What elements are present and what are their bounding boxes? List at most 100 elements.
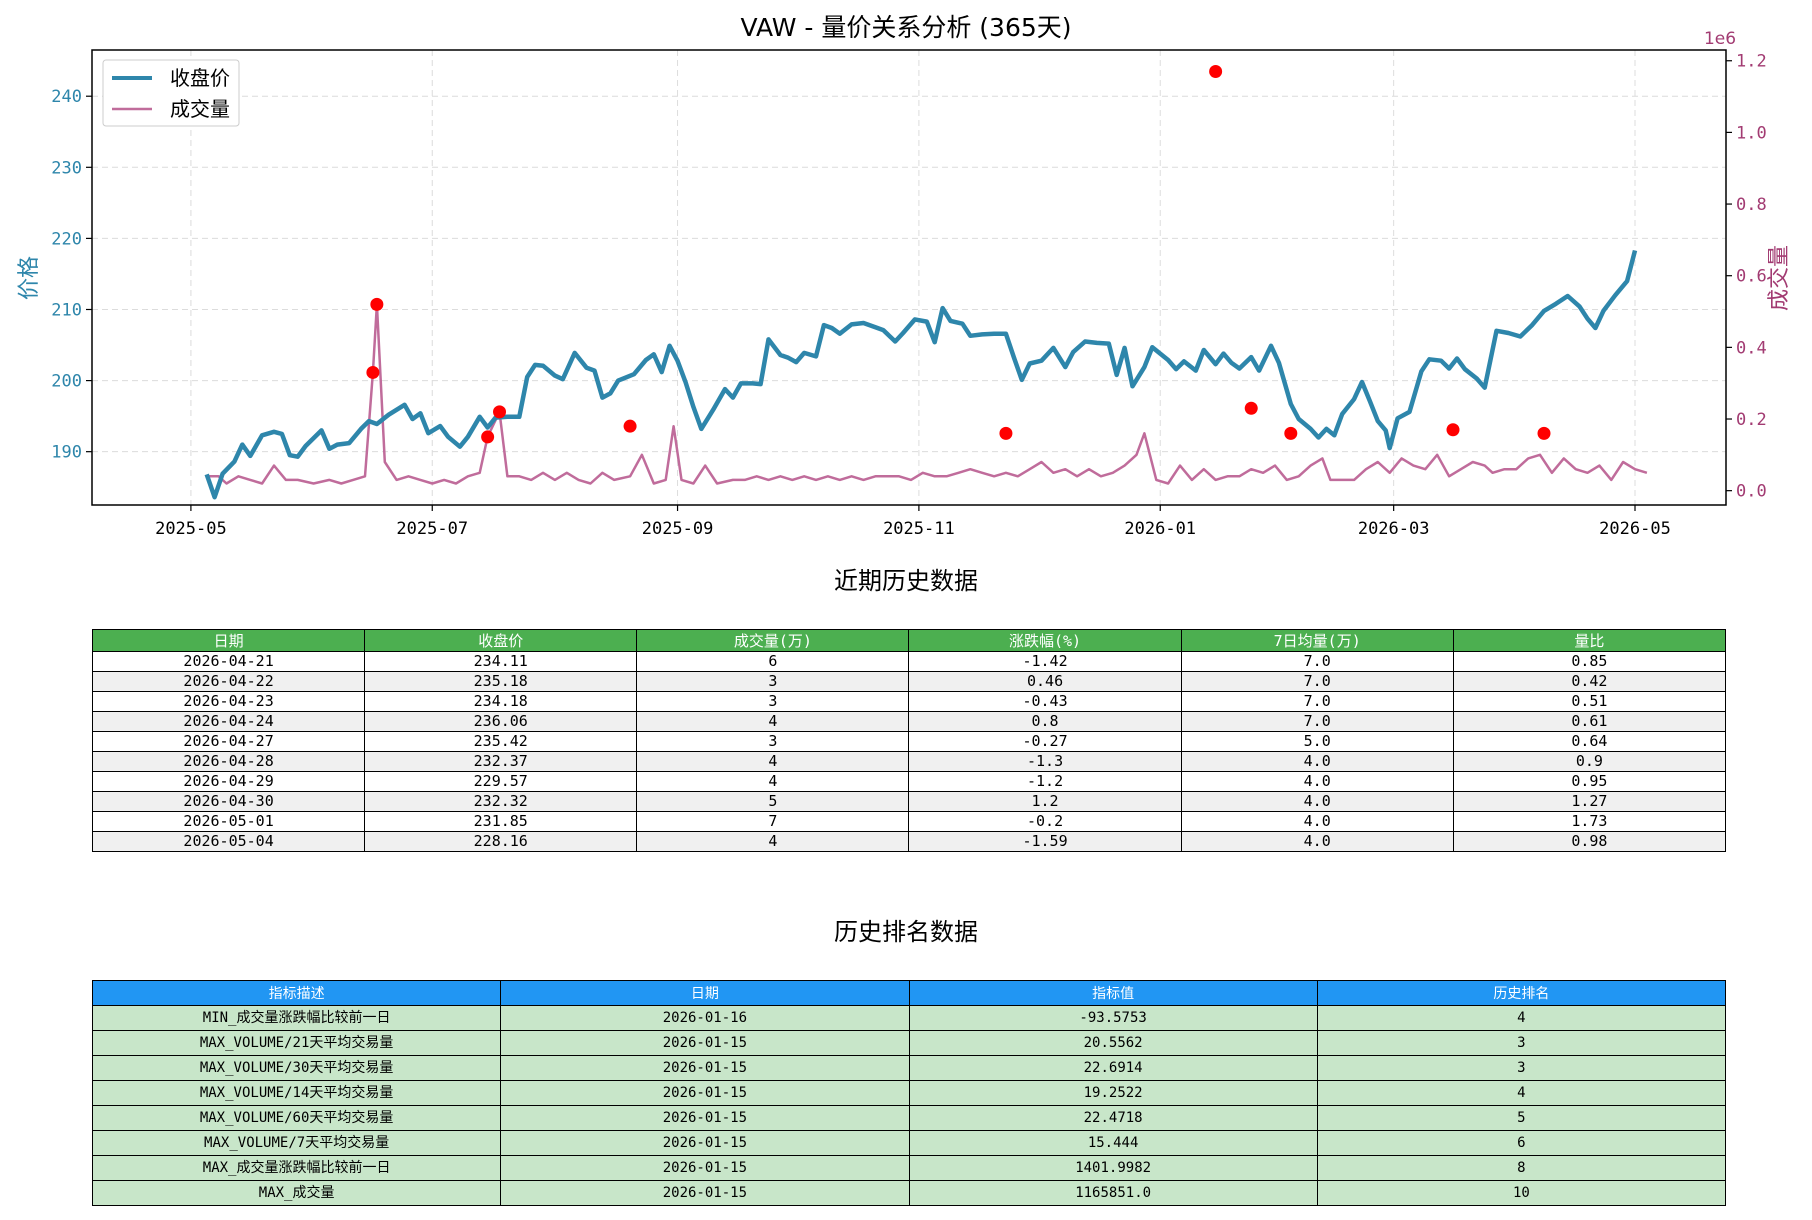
table-cell: 2026-01-15 (500, 1105, 910, 1131)
y2-tick-label: 0.0 (1736, 482, 1767, 502)
table-cell: 4 (1316, 1005, 1727, 1031)
y-axis-label-volume: 成交量 (1767, 245, 1792, 311)
recent-history-table: 日期 收盘价 成交量(万) 涨跌幅(%) 7日均量(万) 量比 2026-04-21 234… (91, 629, 1727, 852)
table-row: MIN_成交量涨跌幅比较前一日 2026-01-16 -93.5753 4 (91, 1005, 1727, 1031)
volume-spike-marker (493, 405, 507, 419)
table-cell: 2026-05-04 (91, 831, 366, 852)
table-cell: MAX_VOLUME/14天平均交易量 (91, 1080, 502, 1106)
table-cell: 3 (1316, 1055, 1727, 1081)
table-cell: -1.42 (908, 651, 1182, 672)
table-cell: 4 (636, 831, 910, 852)
table-cell: 235.18 (364, 671, 638, 692)
table-cell: 2026-01-16 (500, 1005, 910, 1031)
table-cell: 1.27 (1452, 791, 1727, 812)
table-cell: 22.6914 (908, 1055, 1318, 1081)
table-cell: 2026-04-29 (91, 771, 366, 792)
chart-title: VAW - 量价关系分析 (365天) (740, 13, 1071, 42)
legend-label-price: 收盘价 (170, 66, 230, 90)
price-volume-chart: VAW - 量价关系分析 (365天) 2025-05 2025-07 2025-0… (17, 13, 1792, 539)
table-cell: 22.4718 (908, 1105, 1318, 1131)
table-cell: -1.59 (908, 831, 1182, 852)
table-row: 2026-05-01 231.85 7 -0.2 4.0 1.73 (91, 811, 1727, 832)
plot-frame (91, 49, 1727, 506)
y-tick-label: 240 (51, 87, 82, 107)
y2-tick-label: 1.0 (1736, 123, 1767, 143)
table-cell: 4 (636, 711, 910, 732)
table-cell: 0.9 (1452, 751, 1727, 772)
table-row: MAX_VOLUME/14天平均交易量 2026-01-15 19.2522 4 (91, 1080, 1727, 1106)
x-tick-label: 2025-09 (642, 519, 714, 539)
table-cell: 4.0 (1180, 831, 1454, 852)
table-cell: -93.5753 (908, 1005, 1318, 1031)
table-header-row: 日期 收盘价 成交量(万) 涨跌幅(%) 7日均量(万) 量比 (91, 629, 1727, 652)
table-row: MAX_VOLUME/21天平均交易量 2026-01-15 20.5562 3 (91, 1030, 1727, 1056)
column-header: 指标值 (908, 980, 1318, 1006)
y-tick-label: 210 (51, 300, 82, 320)
table-cell: 4.0 (1180, 811, 1454, 832)
table-cell: 2026-05-01 (91, 811, 366, 832)
table-cell: 2026-04-24 (91, 711, 366, 732)
table-row: MAX_成交量涨跌幅比较前一日 2026-01-15 1401.9982 8 (91, 1155, 1727, 1181)
table-cell: 0.42 (1452, 671, 1727, 692)
table-cell: 10 (1316, 1180, 1727, 1206)
table-row: 2026-04-28 232.37 4 -1.3 4.0 0.9 (91, 751, 1727, 772)
table-cell: 4.0 (1180, 771, 1454, 792)
x-tick-label: 2026-05 (1599, 519, 1671, 539)
y2-tick-label: 0.6 (1736, 267, 1767, 287)
table-cell: 0.95 (1452, 771, 1727, 792)
table-cell: 6 (1316, 1130, 1727, 1156)
volume-spike-marker (481, 430, 495, 444)
y2-tick-label: 0.2 (1736, 410, 1767, 430)
grid (92, 50, 1726, 505)
y-tick-label: 190 (51, 443, 82, 463)
table-cell: 2026-01-15 (500, 1155, 910, 1181)
table-cell: 7.0 (1180, 651, 1454, 672)
table-cell: -1.2 (908, 771, 1182, 792)
price-line (204, 249, 1638, 500)
table-cell: 4.0 (1180, 791, 1454, 812)
table-cell: MAX_成交量涨跌幅比较前一日 (91, 1155, 502, 1181)
table-cell: -0.2 (908, 811, 1182, 832)
table-cell: 232.32 (364, 791, 638, 812)
volume-spike-marker (1537, 426, 1551, 440)
table-cell: MIN_成交量涨跌幅比较前一日 (91, 1005, 502, 1031)
volume-spike-marker (370, 297, 384, 311)
volume-spike-marker (1284, 426, 1298, 440)
table-cell: 4.0 (1180, 751, 1454, 772)
table-row: 2026-04-24 236.06 4 0.8 7.0 0.61 (91, 711, 1727, 732)
table-row: 2026-04-23 234.18 3 -0.43 7.0 0.51 (91, 691, 1727, 712)
volume-series (206, 303, 1648, 485)
x-axis: 2025-05 2025-07 2025-09 2025-11 2026-01 2026-… (155, 505, 1671, 539)
table-cell: 2026-01-15 (500, 1080, 910, 1106)
table-cell: -0.43 (908, 691, 1182, 712)
volume-spike-marker (366, 365, 380, 379)
table-cell: -1.3 (908, 751, 1182, 772)
table-cell: 2026-04-28 (91, 751, 366, 772)
table-cell: 5 (1316, 1105, 1727, 1131)
y-axis-price: 190 200 210 220 230 240 (51, 87, 92, 463)
table-cell: 2026-04-23 (91, 691, 366, 712)
recent-table-title: 近期历史数据 (834, 567, 978, 595)
y2-tick-label: 0.8 (1736, 195, 1767, 215)
column-header: 日期 (500, 980, 910, 1006)
table-cell: 3 (1316, 1030, 1727, 1056)
table-cell: 1165851.0 (908, 1180, 1318, 1206)
volume-spike-marker (999, 426, 1013, 440)
table-cell: 228.16 (364, 831, 638, 852)
table-cell: 4 (1316, 1080, 1727, 1106)
y-tick-label: 200 (51, 372, 82, 392)
table-cell: 1401.9982 (908, 1155, 1318, 1181)
table-cell: 6 (636, 651, 910, 672)
table-cell: 231.85 (364, 811, 638, 832)
ranking-table: 指标描述 日期 指标值 历史排名 MIN_成交量涨跌幅比较前一日 2026-01-16-… (91, 980, 1727, 1206)
table-cell: 0.46 (908, 671, 1182, 692)
x-tick-label: 2025-07 (396, 519, 468, 539)
y2-tick-label: 1.2 (1736, 52, 1767, 72)
table-cell: 7.0 (1180, 691, 1454, 712)
table-row: MAX_VOLUME/60天平均交易量 2026-01-15 22.4718 5 (91, 1105, 1727, 1131)
table-cell: 236.06 (364, 711, 638, 732)
table-cell: 0.85 (1452, 651, 1727, 672)
table-cell: 5.0 (1180, 731, 1454, 752)
volume-spike-marker (1244, 401, 1258, 415)
table-header-row: 指标描述 日期 指标值 历史排名 (91, 980, 1727, 1006)
